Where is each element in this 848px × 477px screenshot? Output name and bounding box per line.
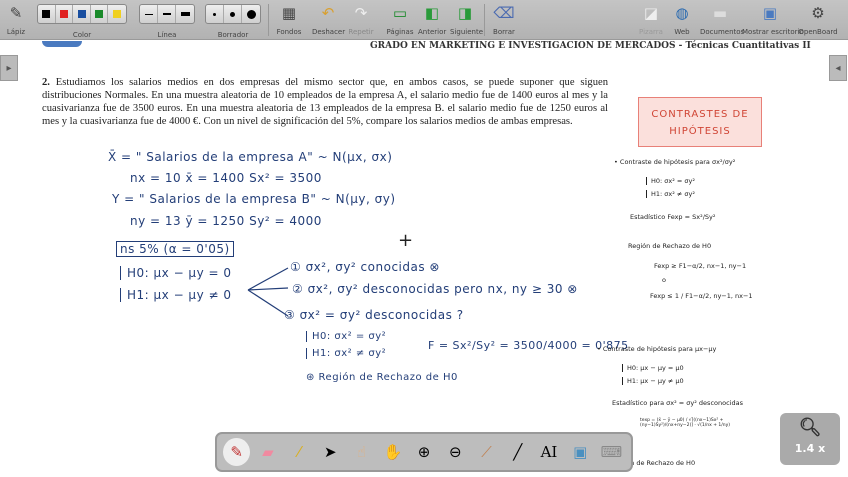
pencil-button[interactable]: ✎ Lápiz: [4, 2, 28, 36]
note-line: Fexp ≤ 1 / F1−α/2, ny−1, nx−1: [650, 292, 753, 300]
redo-icon: ↷: [354, 4, 368, 22]
line-thin[interactable]: [140, 5, 158, 23]
problem-statement: 2. Estudiamos los salarios medios en dos…: [42, 77, 608, 127]
laser-pointer-icon[interactable]: ⟋: [473, 438, 500, 466]
document-header: GRADO EN MARKETING E INVESTIGACION DE ME…: [370, 41, 811, 51]
text-tool-icon[interactable]: AI: [535, 438, 562, 466]
color-blue[interactable]: [73, 5, 91, 23]
color-picker[interactable]: Color: [37, 2, 127, 39]
handwriting-line: ⊛ Región de Rechazo de H0: [306, 372, 458, 383]
folder-icon: ▬: [712, 4, 728, 22]
selector-arrow-icon[interactable]: ➤: [317, 438, 344, 466]
add-page-icon: ▭: [392, 4, 408, 22]
next-page-button[interactable]: ◨ Siguiente: [450, 2, 483, 36]
note-line: H0: σx² = σy²: [646, 177, 695, 185]
crosshair-cursor-icon: +: [398, 230, 414, 251]
clear-board-icon: ⌫: [493, 4, 515, 22]
color-black[interactable]: [38, 5, 56, 23]
chevron-right-icon: ▸: [6, 62, 12, 74]
note-line: H0: μx − μy = μ0: [622, 364, 684, 372]
note-line: H1: σx² ≠ σy²: [646, 190, 695, 198]
right-panel-toggle[interactable]: ◂: [829, 55, 847, 81]
monitor-icon: ▣: [762, 4, 778, 22]
line-width-picker[interactable]: Línea: [139, 2, 195, 39]
line-tool-icon[interactable]: ╱: [504, 438, 531, 466]
pen-tool-icon[interactable]: ✎: [223, 438, 251, 466]
handwriting-line: H1: σx² ≠ σy²: [306, 348, 386, 359]
handwriting-line: ① σx², σy² conocidas ⊗: [290, 260, 440, 274]
handwriting-line: ② σx², σy² desconocidas pero nx, ny ≥ 30…: [292, 282, 578, 296]
web-button[interactable]: ◍ Web: [670, 2, 694, 36]
handwriting-line: H0: σx² = σy²: [306, 331, 386, 342]
eraser-small[interactable]: [206, 5, 224, 23]
show-desktop-button[interactable]: ▣ Mostrar escritorio: [742, 2, 804, 36]
clear-button[interactable]: ⌫ Borrar: [492, 2, 516, 36]
redo-button[interactable]: ↷ Repetir: [348, 2, 374, 36]
color-yellow[interactable]: [108, 5, 126, 23]
handwriting-line: H0: μx − μy = 0: [120, 266, 232, 280]
board-button[interactable]: ◪ Pizarra: [638, 2, 664, 36]
note-line: Estadístico para σx² = σy² desconocidas: [612, 399, 743, 407]
note-line: • Contraste de hipótesis para μx−μy: [597, 345, 717, 353]
pencil-icon: ✎: [9, 4, 23, 22]
undo-icon: ↶: [321, 4, 335, 22]
gear-icon: ⚙: [811, 4, 825, 22]
pages-button[interactable]: ▭ Páginas: [386, 2, 414, 36]
highlighter-tool-icon[interactable]: ⁄: [285, 438, 312, 466]
note-line: • Contraste de hipótesis para σx²/σy²: [614, 158, 736, 166]
handwriting-line: nx = 10 x̄ = 1400 Sx² = 3500: [130, 171, 322, 185]
left-panel-toggle[interactable]: ▸: [0, 55, 18, 81]
magnifier-icon: 🔍︎: [798, 417, 822, 438]
zoom-out-icon[interactable]: ⊖: [442, 438, 469, 466]
notes-title-box: CONTRASTES DE HIPÓTESIS: [638, 97, 762, 147]
significance-level-box: ns 5% (α = 0'05): [116, 241, 234, 257]
note-line: H1: μx − μy ≠ μ0: [622, 377, 684, 385]
openboard-menu-button[interactable]: ⚙ OpenBoard: [798, 2, 838, 36]
globe-icon: ◍: [675, 4, 689, 22]
handwriting-line: ny = 13 ȳ = 1250 Sy² = 4000: [130, 214, 322, 228]
main-toolbar: ✎ Lápiz Color Línea Borrador ▦ Fondos ↶ Des…: [0, 0, 848, 40]
note-line: o: [662, 276, 666, 284]
zoom-indicator[interactable]: 🔍︎ 1.4 x: [780, 413, 840, 465]
eraser-medium[interactable]: [224, 5, 242, 23]
pan-hand-icon[interactable]: ✋: [379, 438, 406, 466]
board-icon: ◪: [643, 4, 659, 22]
backgrounds-button[interactable]: ▦ Fondos: [274, 2, 304, 36]
zoom-in-icon[interactable]: ⊕: [410, 438, 437, 466]
note-line: Fexp ≥ F1−α/2, nx−1, ny−1: [654, 262, 747, 270]
handwriting-line: X̄ = " Salarios de la empresa A" ~ N(μx,…: [108, 150, 393, 164]
note-line: Región de Rechazo de H0: [628, 242, 712, 250]
eraser-tool-icon[interactable]: ▰: [254, 438, 281, 466]
documents-button[interactable]: ▬ Documentos: [700, 2, 744, 36]
note-line: Estadístico Fexp = Sx²/Sy²: [630, 213, 716, 221]
next-page-icon: ◨: [457, 4, 473, 22]
interact-hand-icon[interactable]: ☝: [348, 438, 375, 466]
line-medium[interactable]: [158, 5, 176, 23]
stylus-palette: ✎ ▰ ⁄ ➤ ☝ ✋ ⊕ ⊖ ⟋ ╱ AI ▣ ⌨: [215, 432, 633, 472]
keyboard-icon[interactable]: ⌨: [598, 438, 625, 466]
blue-arc-shape: [42, 41, 82, 47]
note-line: texp = (x̄ − ȳ − μ0) / √[((nx−1)Sx² + (n…: [640, 418, 731, 428]
line-thick[interactable]: [176, 5, 194, 23]
chevron-left-icon: ◂: [835, 62, 841, 74]
previous-page-button[interactable]: ◧ Anterior: [418, 2, 446, 36]
capture-tool-icon[interactable]: ▣: [567, 438, 594, 466]
eraser-size-picker[interactable]: Borrador: [205, 2, 261, 39]
color-green[interactable]: [91, 5, 109, 23]
undo-button[interactable]: ↶ Deshacer: [312, 2, 345, 36]
eraser-large[interactable]: [242, 5, 260, 23]
color-red[interactable]: [56, 5, 74, 23]
handwriting-line: ③ σx² = σy² desconocidas ?: [284, 308, 464, 322]
handwriting-line: Y = " Salarios de la empresa B" ~ N(μy, …: [112, 192, 396, 206]
handwriting-line: H1: μx − μy ≠ 0: [120, 288, 232, 302]
backgrounds-icon: ▦: [281, 4, 297, 22]
previous-page-icon: ◧: [424, 4, 440, 22]
